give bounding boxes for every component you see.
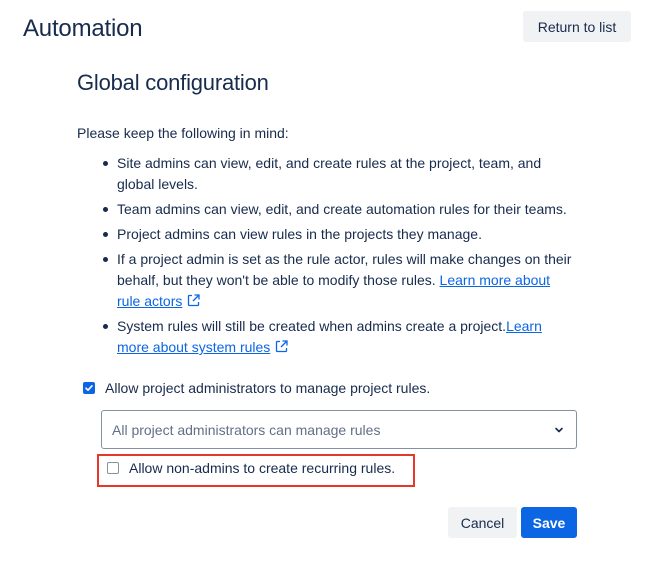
allow-project-admins-row: Allow project administrators to manage p… (83, 380, 430, 396)
return-to-list-button[interactable]: Return to list (523, 11, 631, 42)
list-item: Site admins can view, edit, and create r… (103, 153, 577, 195)
bullet-text: Team admins can view, edit, and create a… (117, 201, 567, 217)
cancel-button[interactable]: Cancel (448, 507, 517, 538)
allow-non-admins-checkbox[interactable] (107, 462, 119, 474)
check-icon (85, 385, 93, 391)
list-item: System rules will still be created when … (103, 316, 577, 358)
allow-non-admins-row: Allow non-admins to create recurring rul… (107, 460, 395, 476)
app-title: Automation (23, 15, 143, 42)
bullet-text: Project admins can view rules in the pro… (117, 226, 482, 242)
list-item: Team admins can view, edit, and create a… (103, 199, 577, 220)
page-title: Global configuration (77, 70, 269, 95)
external-link-icon[interactable] (187, 294, 201, 307)
chevron-down-icon (555, 427, 563, 432)
bullet-text: System rules will still be created when … (117, 318, 507, 334)
save-button[interactable]: Save (521, 507, 577, 538)
list-item: If a project admin is set as the rule ac… (103, 249, 577, 312)
admin-scope-select[interactable]: All project administrators can manage ru… (101, 410, 577, 449)
guidance-list: Site admins can view, edit, and create r… (77, 153, 577, 362)
list-item: Project admins can view rules in the pro… (103, 224, 577, 245)
allow-project-admins-label: Allow project administrators to manage p… (105, 380, 431, 396)
intro-text: Please keep the following in mind: (77, 125, 289, 141)
external-link-icon[interactable] (275, 340, 288, 353)
bullet-text: Site admins can view, edit, and create r… (117, 155, 542, 192)
admin-scope-select-value: All project administrators can manage ru… (112, 421, 381, 438)
allow-project-admins-checkbox[interactable] (83, 382, 95, 394)
allow-non-admins-label: Allow non-admins to create recurring rul… (129, 460, 396, 476)
